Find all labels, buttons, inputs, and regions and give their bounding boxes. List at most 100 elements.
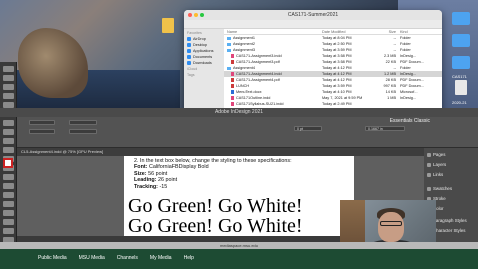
sidebar-heading: Favorites: [187, 31, 202, 35]
document-tab[interactable]: CL5-Assignment4.indd @ 75% [GPU Preview]: [17, 148, 424, 156]
column-date[interactable]: Date Modified: [322, 30, 374, 34]
file-size: 1.2 MB: [383, 72, 396, 76]
file-size: 997 KB: [383, 84, 396, 88]
file-date: Today at 3:59 PM: [322, 84, 352, 88]
folder-file-icon: [227, 48, 231, 52]
instructions-text: 2. In the text box below, change the sty…: [134, 158, 292, 190]
tool-icon[interactable]: [3, 66, 14, 72]
stroke-weight-field[interactable]: 0 pt: [294, 126, 322, 131]
tool-icon[interactable]: [3, 219, 14, 225]
tool-icon[interactable]: [3, 183, 14, 189]
nav-public-media[interactable]: Public Media: [38, 255, 67, 261]
tool-icon[interactable]: [3, 138, 14, 144]
nav-help[interactable]: Help: [184, 255, 194, 261]
finder-titlebar[interactable]: CAS171-Summer2021: [184, 10, 442, 20]
sidebar-item-applications[interactable]: Applications: [187, 49, 221, 53]
control-panel: Essentials Classic 0 pt 0.1667 in: [17, 117, 478, 148]
zoom-button[interactable]: [200, 13, 204, 17]
document-page[interactable]: 2. In the text box below, change the sty…: [124, 156, 354, 236]
indesign-titlebar: Adobe InDesign 2021: [0, 108, 478, 117]
column-name[interactable]: Name: [224, 30, 322, 34]
folder-file-icon: [227, 66, 231, 70]
column-kind[interactable]: Kind: [400, 30, 442, 34]
desktop-document-icon[interactable]: [162, 18, 174, 33]
tool-icon[interactable]: [3, 228, 14, 234]
desktop-icon-label: 2020-21: [452, 100, 467, 105]
y-field[interactable]: [29, 129, 55, 134]
file-kind: PDF Docum...: [400, 60, 424, 64]
file-size: 22 KB: [385, 60, 396, 64]
sidebar-heading: iCloud: [187, 67, 198, 71]
file-size: --: [393, 48, 396, 52]
tool-icon[interactable]: [3, 201, 14, 207]
close-button[interactable]: [188, 13, 192, 17]
pdf-file-icon: [231, 78, 234, 82]
panel-swatches[interactable]: Swatches: [427, 186, 452, 191]
sidebar-item-desktop[interactable]: Desktop: [187, 43, 221, 47]
nav-my-media[interactable]: My Media: [150, 255, 172, 261]
fill-stroke-swatch[interactable]: [3, 158, 13, 168]
minimize-button[interactable]: [194, 13, 198, 17]
finder-sidebar: Favorites AirDrop Desktop Applications D…: [184, 29, 224, 114]
file-kind: InDesig...: [400, 96, 417, 100]
tool-icon[interactable]: [3, 129, 14, 135]
dimension-field[interactable]: 0.1667 in: [365, 126, 405, 131]
panel-icon: [427, 152, 431, 157]
tool-icon[interactable]: [3, 192, 14, 198]
sidebar-item-documents[interactable]: Documents: [187, 55, 221, 59]
tool-icon[interactable]: [3, 120, 14, 126]
sidebar-item-downloads[interactable]: Downloads: [187, 61, 221, 65]
tool-icon[interactable]: [3, 84, 14, 90]
file-date: Today at 3:59 PM: [322, 48, 352, 52]
file-kind: InDesig...: [400, 72, 417, 76]
file-kind: PDF Docum...: [400, 78, 424, 82]
h-field[interactable]: [69, 129, 97, 134]
file-date: Today at 3:58 PM: [322, 60, 352, 64]
site-nav: Public Media MSU Media Channels My Media…: [38, 255, 194, 261]
browser-window: mediaspace.msu.edu Public Media MSU Medi…: [0, 242, 478, 269]
file-name: CAS171-Assignment3.indd: [236, 54, 282, 58]
file-row[interactable]: CAS171Syllabus-SU21.indd Today at 2:49 PM: [224, 101, 442, 107]
file-date: May 7, 2021 at 9:59 PM: [322, 96, 363, 100]
downloads-icon: [187, 61, 191, 65]
desktop-icon: [187, 43, 191, 47]
nav-channels[interactable]: Channels: [117, 255, 138, 261]
file-size: --: [393, 66, 396, 70]
panel-pages[interactable]: Pages: [427, 152, 445, 157]
tool-icon[interactable]: [3, 147, 14, 153]
applications-icon: [187, 49, 191, 53]
finder-window: CAS171-Summer2021 Favorites AirDrop Desk…: [184, 10, 442, 114]
w-field[interactable]: [69, 120, 97, 125]
desktop-icon-label: CAS171: [452, 74, 467, 79]
panel-layers[interactable]: Layers: [427, 162, 446, 167]
sidebar-item-airdrop[interactable]: AirDrop: [187, 37, 221, 41]
sample-text-line[interactable]: Go Green! Go White!: [128, 216, 303, 236]
indd-file-icon: [231, 72, 234, 76]
tools-panel: [0, 62, 17, 269]
file-kind: Microsof...: [400, 90, 418, 94]
panel-links[interactable]: Links: [427, 172, 443, 177]
file-size: 2.3 MB: [383, 54, 396, 58]
file-date: Today at 4:12 PM: [322, 72, 352, 76]
sample-text-line[interactable]: Go Green! Go White!: [128, 196, 303, 216]
file-name: CAS171-Assignment3.pdf: [236, 60, 280, 64]
desktop-folder-icon[interactable]: [452, 56, 470, 69]
file-size: 1 MB: [387, 96, 396, 100]
address-bar[interactable]: mediaspace.msu.edu: [0, 242, 478, 249]
file-kind: Folder: [400, 36, 411, 40]
file-name: CAS171-Assignment4.pdf: [236, 78, 280, 82]
tool-icon[interactable]: [3, 174, 14, 180]
tool-icon[interactable]: [3, 93, 14, 99]
desktop-folder-icon[interactable]: [452, 12, 470, 25]
tool-icon[interactable]: [3, 210, 14, 216]
nav-msu-media[interactable]: MSU Media: [79, 255, 105, 261]
column-size[interactable]: Size: [374, 30, 400, 34]
tool-icon[interactable]: [3, 75, 14, 81]
x-field[interactable]: [29, 120, 55, 125]
docx-file-icon: [231, 90, 234, 94]
file-date: Today at 2:50 PM: [322, 42, 352, 46]
workspace-switcher[interactable]: Essentials Classic: [390, 117, 430, 126]
desktop-document-icon[interactable]: [455, 80, 467, 95]
file-size: 28 KB: [385, 78, 396, 82]
desktop-folder-icon[interactable]: [452, 34, 470, 47]
